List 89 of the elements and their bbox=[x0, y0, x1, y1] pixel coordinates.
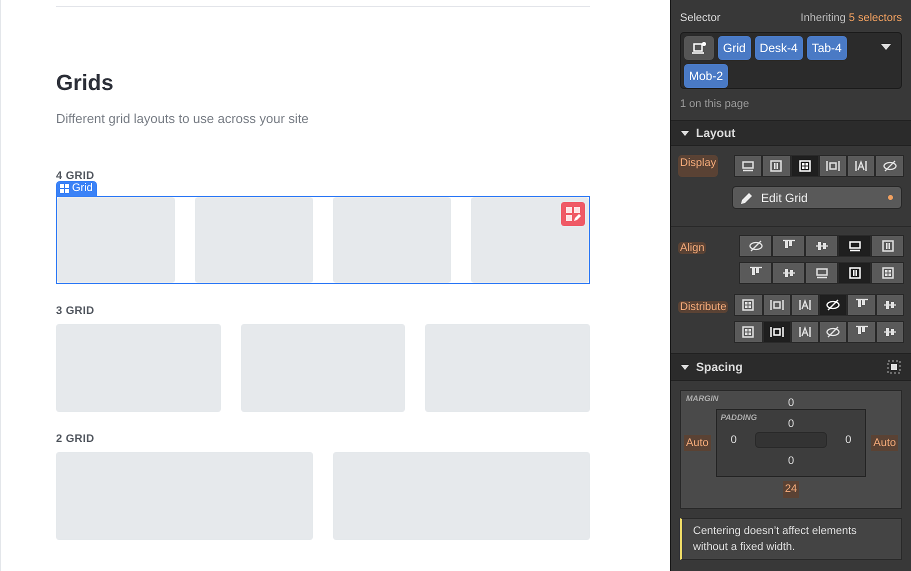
margin-right-value[interactable]: Auto bbox=[871, 434, 898, 452]
distribute-option-button[interactable] bbox=[847, 294, 876, 316]
align-option-button[interactable] bbox=[805, 262, 838, 284]
element-badge[interactable]: Grid bbox=[56, 180, 97, 196]
class-tag[interactable]: Mob-2 bbox=[684, 64, 728, 88]
margin-left-value[interactable]: Auto bbox=[684, 434, 711, 452]
align-option-button[interactable] bbox=[739, 262, 772, 284]
section-header[interactable]: Layout bbox=[671, 120, 911, 146]
layout-icon bbox=[825, 158, 842, 174]
page-heading: Grids bbox=[56, 69, 114, 97]
grid-icon bbox=[60, 184, 69, 192]
layout-icon bbox=[825, 297, 842, 313]
margin-top-value[interactable]: 0 bbox=[788, 395, 794, 409]
grid-container[interactable] bbox=[56, 196, 590, 284]
element-icon-button[interactable] bbox=[684, 36, 714, 60]
align-option-button[interactable] bbox=[805, 235, 838, 257]
edit-grid-button[interactable] bbox=[561, 202, 585, 226]
layout-icon bbox=[853, 158, 870, 174]
layout-icon bbox=[768, 297, 785, 313]
display-option-button[interactable] bbox=[875, 155, 904, 177]
class-tag[interactable]: Grid bbox=[718, 36, 751, 60]
section-title: Layout bbox=[696, 125, 736, 142]
layout-icon bbox=[796, 324, 813, 340]
layout-icon bbox=[740, 324, 756, 340]
usage-count: 1 on this page bbox=[680, 96, 750, 112]
distribute-option-button[interactable] bbox=[876, 294, 904, 316]
layout-icon bbox=[796, 297, 813, 313]
padding-label: PADDING bbox=[720, 412, 757, 424]
layout-icon bbox=[768, 324, 785, 340]
layout-icon bbox=[748, 238, 764, 254]
pencil-icon bbox=[741, 192, 753, 204]
section-header[interactable]: Spacing bbox=[671, 353, 911, 381]
layout-icon bbox=[880, 238, 896, 254]
edit-grid-button[interactable]: Edit Grid bbox=[732, 186, 902, 209]
align-option-button[interactable] bbox=[772, 235, 805, 257]
layout-icon bbox=[768, 158, 784, 174]
section-label: 3 GRID bbox=[56, 304, 96, 318]
align-option-button[interactable] bbox=[772, 262, 805, 284]
section-label: 4 GRID bbox=[56, 168, 96, 182]
distribute-option-button[interactable] bbox=[819, 321, 848, 343]
grid-edit-icon bbox=[565, 206, 581, 222]
display-option-button[interactable] bbox=[790, 155, 819, 177]
distribute-option-button[interactable] bbox=[876, 321, 904, 343]
padding-left-value[interactable]: 0 bbox=[730, 432, 737, 448]
device-icon bbox=[692, 42, 706, 54]
property-label: Distribute bbox=[678, 301, 728, 313]
distribute-option-button[interactable] bbox=[762, 294, 791, 316]
layout-icon bbox=[880, 265, 896, 281]
dropdown-icon[interactable] bbox=[881, 44, 891, 50]
display-option-button[interactable] bbox=[847, 155, 876, 177]
inheriting-label: Inheriting bbox=[800, 11, 846, 26]
distribute-option-button[interactable] bbox=[847, 321, 876, 343]
page-subtitle: Different grid layouts to use across your site bbox=[56, 110, 310, 128]
distribute-option-button[interactable] bbox=[819, 294, 848, 316]
property-label: Align bbox=[678, 242, 706, 254]
margin-bottom-value[interactable]: 24 bbox=[782, 481, 800, 498]
align-option-button[interactable] bbox=[838, 262, 871, 284]
badge-label: Grid bbox=[72, 180, 93, 196]
layout-icon bbox=[882, 158, 898, 174]
padding-right-value[interactable]: 0 bbox=[845, 432, 852, 448]
display-option-button[interactable] bbox=[734, 155, 762, 177]
align-option-button[interactable] bbox=[739, 235, 772, 257]
layout-icon bbox=[740, 297, 756, 313]
padding-top-value[interactable]: 0 bbox=[788, 416, 794, 430]
align-option-button[interactable] bbox=[871, 262, 904, 284]
distribute-option-button[interactable] bbox=[734, 294, 763, 316]
display-option-button[interactable] bbox=[762, 155, 791, 177]
distribute-option-button[interactable] bbox=[790, 294, 820, 316]
padding-bottom-value[interactable]: 0 bbox=[788, 452, 794, 469]
box-model-icon[interactable] bbox=[887, 360, 901, 374]
distribute-option-button[interactable] bbox=[734, 321, 763, 343]
selector-field[interactable]: Grid Desk-4 Tab-4 Mob-2 bbox=[680, 32, 902, 88]
layout-icon bbox=[846, 265, 862, 281]
layout-icon bbox=[825, 324, 842, 340]
class-tag[interactable]: Tab-4 bbox=[806, 36, 847, 60]
margin-label: MARGIN bbox=[686, 393, 718, 405]
selector-label: Selector bbox=[680, 11, 720, 26]
hint-note: Centering doesn’t affect elements without a fixed width. bbox=[680, 518, 902, 560]
layout-icon bbox=[796, 158, 813, 174]
section-label: 2 GRID bbox=[56, 432, 96, 446]
inherited-selectors-link[interactable]: 5 selectors bbox=[848, 10, 902, 26]
property-label: Display bbox=[678, 155, 718, 177]
section-title: Spacing bbox=[696, 359, 744, 376]
align-option-button[interactable] bbox=[838, 235, 871, 257]
distribute-option-button[interactable] bbox=[762, 321, 791, 343]
class-tag[interactable]: Desk-4 bbox=[754, 36, 803, 60]
display-option-button[interactable] bbox=[818, 155, 848, 177]
distribute-option-button[interactable] bbox=[790, 321, 820, 343]
align-option-button[interactable] bbox=[871, 235, 904, 257]
